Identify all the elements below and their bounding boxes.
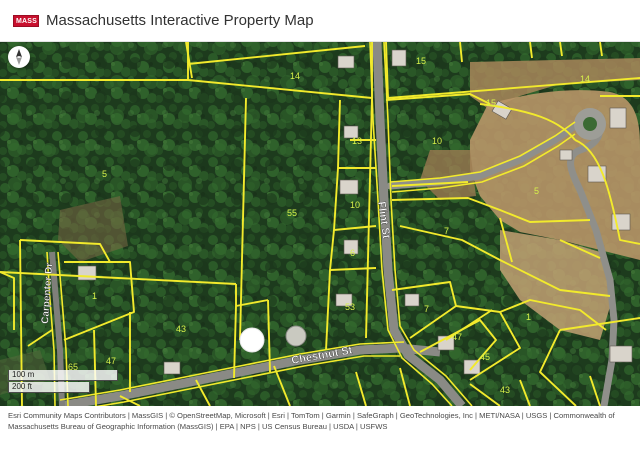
scale-imperial-label: 200 ft [12,382,33,391]
app-title: Massachusetts Interactive Property Map [46,12,314,29]
parcel-label: 6 [350,248,355,258]
parcel-label: 14 [580,74,590,84]
parcel-label: 7 [444,226,449,236]
parcel-label: 10 [350,200,360,210]
parcel-label: 43 [176,324,186,334]
parcel-label: 45 [480,352,490,362]
parcel-label: 47 [106,356,116,366]
white-circle-marker[interactable] [239,327,265,353]
attribution-bar: Esri Community Maps Contributors | MassG… [0,406,640,450]
north-arrow-icon [16,49,22,65]
massgis-logo[interactable]: MASS [13,15,39,27]
logo-text: MASS [16,18,38,25]
parcel-label: 7 [424,304,429,314]
parcel-label: 10 [432,136,442,146]
pool-feature [285,325,307,347]
scale-metric-label: 100 m [12,370,35,379]
parcel-label: 53 [345,302,355,312]
parcel-label: 5 [102,169,107,179]
app-header: MASS Massachusetts Interactive Property … [0,0,640,42]
parcel-label: 1 [92,291,97,301]
parcel-label: 47 [452,332,462,342]
parcel-label: 43 [500,385,510,395]
parcel-label: 13 [352,136,362,146]
map-canvas[interactable]: 14 15 14 15 10 5 55 13 10 6 7 5 1 53 43 … [0,42,640,406]
parcel-label: 14 [290,71,300,81]
cul-de-sac-island [583,117,597,131]
scale-imperial: 200 ft [8,382,90,393]
parcel-label: 5 [534,186,539,196]
compass-button[interactable] [8,46,30,68]
parcel-label: 15 [416,56,426,66]
scale-metric: 100 m [8,370,118,381]
parcel-label: 55 [287,208,297,218]
parcel-label: 15 [486,98,496,108]
parcel-label: 1 [526,312,531,322]
attribution-text: Esri Community Maps Contributors | MassG… [8,411,615,431]
map-view[interactable]: 14 15 14 15 10 5 55 13 10 6 7 5 1 53 43 … [0,42,640,406]
scale-bar: 100 m 200 ft [8,370,118,396]
